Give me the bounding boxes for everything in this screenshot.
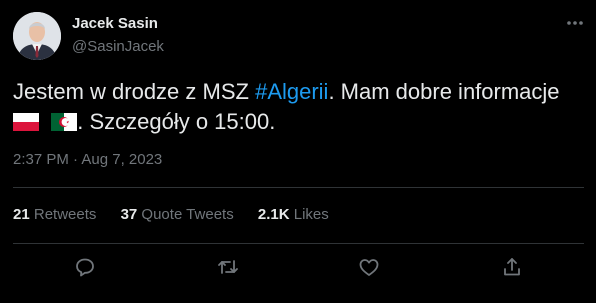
divider [13,187,584,188]
retweet-icon[interactable] [216,255,240,279]
avatar[interactable] [13,12,61,60]
like-icon[interactable] [357,255,381,279]
more-options-icon[interactable] [564,13,586,33]
retweets-stat[interactable]: 21 Retweets [13,206,96,223]
author-handle[interactable]: @SasinJacek [72,38,164,55]
tweet-card: Jacek Sasin @SasinJacek Jestem w drodze … [0,0,596,303]
tweet-stats: 21 Retweets 37 Quote Tweets 2.1K Likes [13,206,349,223]
divider [13,243,584,244]
author-name[interactable]: Jacek Sasin [72,15,158,32]
likes-count: 2.1K [257,206,290,223]
quotes-stat[interactable]: 37 Quote Tweets [121,206,234,223]
tweet-text-end: . Szczegóły o 15:00. [77,109,276,134]
likes-stat[interactable]: 2.1K Likes [258,206,329,223]
retweets-label: Retweets [33,206,97,223]
tweet-text: Jestem w drodze z MSZ #Algerii. Mam dobr… [13,77,588,137]
quotes-count: 37 [120,206,138,223]
share-icon[interactable] [500,255,524,279]
quotes-label: Quote Tweets [141,206,234,223]
hashtag-link[interactable]: #Algerii [255,79,328,104]
retweets-count: 21 [13,206,30,223]
tweet-timestamp[interactable]: 2:37 PM · Aug 7, 2023 [13,151,162,168]
poland-flag-icon [13,113,39,131]
tweet-text-middle: . Mam dobre informacje [328,79,560,104]
likes-label: Likes [293,206,329,223]
reply-icon[interactable] [73,255,97,279]
tweet-text-start: Jestem w drodze z MSZ [13,79,256,104]
algeria-flag-icon [51,113,78,131]
